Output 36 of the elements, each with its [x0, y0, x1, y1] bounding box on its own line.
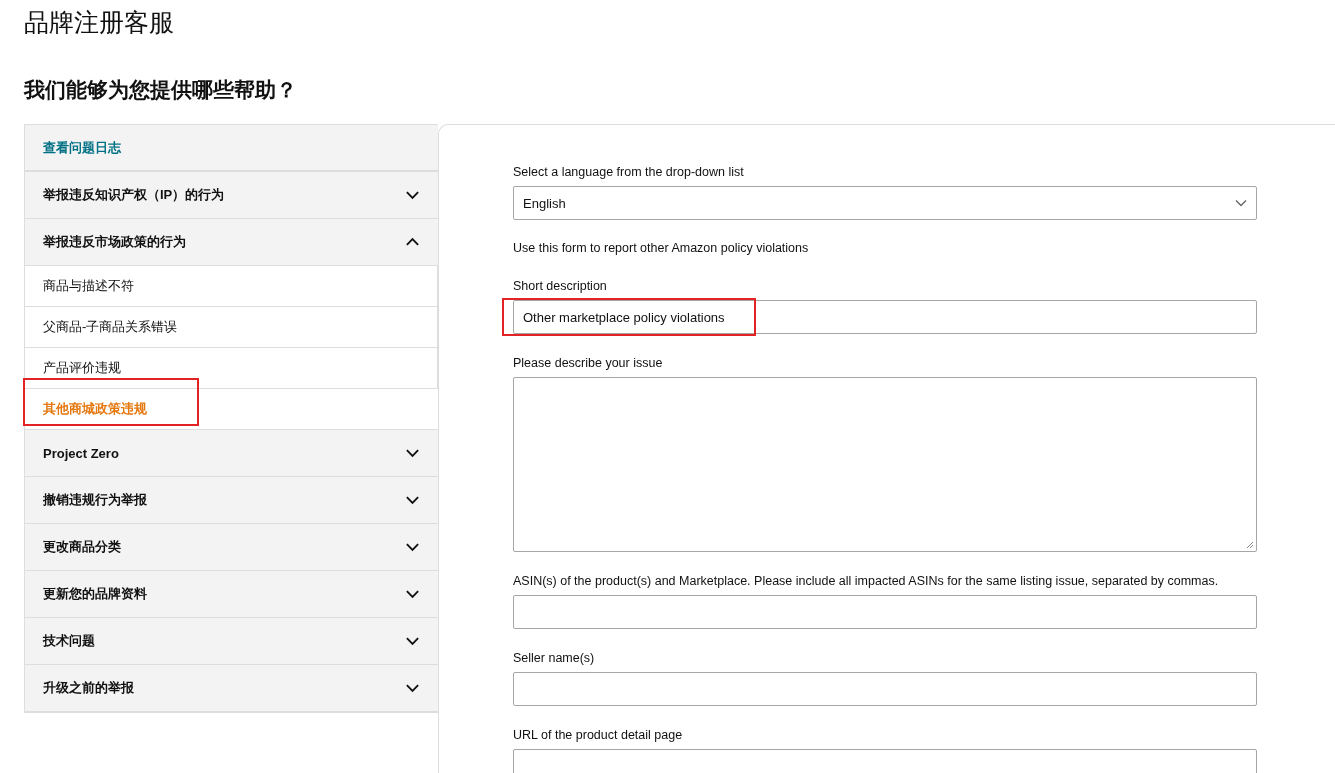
- page-title: 品牌注册客服: [23, 7, 175, 38]
- input-field[interactable]: [513, 595, 1257, 629]
- input-field[interactable]: [513, 672, 1257, 706]
- field-label: ASIN(s) of the product(s) and Marketplace. Please include all impacted ASINs for the same listing issue, separated by commas.: [513, 573, 1220, 590]
- category-header[interactable]: 举报违反知识产权（IP）的行为: [25, 172, 438, 219]
- form-note: Use this form to report other Amazon policy violations: [513, 240, 810, 257]
- issue-log-link[interactable]: 查看问题日志: [25, 125, 438, 172]
- category-header[interactable]: 升级之前的举报: [25, 665, 438, 712]
- language-dropdown[interactable]: English: [513, 186, 1257, 220]
- subcategory-item[interactable]: 父商品-子商品关系错误: [25, 307, 438, 348]
- category-header[interactable]: Project Zero: [25, 430, 438, 477]
- field-label: Seller name(s): [513, 650, 596, 667]
- category-header[interactable]: 撤销违规行为举报: [25, 477, 438, 524]
- field-label: Short description: [513, 278, 608, 295]
- category-header[interactable]: 更改商品分类: [25, 524, 438, 571]
- chevron-icon: [405, 683, 420, 693]
- chevron-icon: [405, 190, 420, 200]
- category-header[interactable]: 举报违反市场政策的行为: [25, 219, 438, 266]
- resize-grip-icon: [1246, 541, 1254, 549]
- subcategory-item[interactable]: 商品与描述不符: [25, 266, 438, 307]
- field-label: Select a language from the drop-down list: [513, 164, 745, 181]
- chevron-icon: [405, 542, 420, 552]
- field-label: Please describe your issue: [513, 355, 664, 372]
- subcategory-item[interactable]: 产品评价违规: [25, 348, 438, 389]
- chevron-icon: [1235, 199, 1247, 207]
- category-header[interactable]: 更新您的品牌资料: [25, 571, 438, 618]
- chevron-icon: [405, 636, 420, 646]
- chevron-icon: [405, 589, 420, 599]
- input-field[interactable]: Other marketplace policy violations: [513, 300, 1257, 334]
- input-field[interactable]: [513, 749, 1257, 773]
- chevron-icon: [405, 448, 420, 458]
- category-header[interactable]: 技术问题: [25, 618, 438, 665]
- section-heading: 我们能够为您提供哪些帮助？: [22, 77, 298, 103]
- chevron-icon: [405, 237, 420, 247]
- field-label: URL of the product detail page: [513, 727, 684, 744]
- chevron-icon: [405, 495, 420, 505]
